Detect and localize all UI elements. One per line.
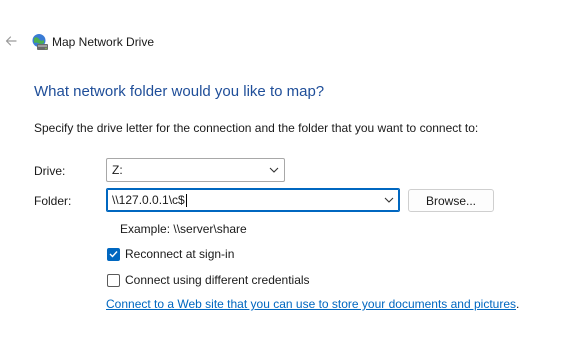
web-link-row: Connect to a Web site that you can use t… <box>106 297 519 311</box>
drive-value: Z: <box>112 163 123 177</box>
reconnect-checkbox[interactable] <box>107 247 120 261</box>
browse-button[interactable]: Browse... <box>408 189 494 212</box>
credentials-checkbox[interactable] <box>107 273 120 287</box>
credentials-label: Connect using different credentials <box>125 273 310 287</box>
reconnect-label: Reconnect at sign-in <box>125 247 235 261</box>
window-title: Map Network Drive <box>52 35 155 49</box>
folder-combobox[interactable]: \\127.0.0.1\c$ <box>106 188 400 212</box>
drive-label: Drive: <box>34 164 66 178</box>
web-storage-link[interactable]: Connect to a Web site that you can use t… <box>106 297 516 311</box>
page-heading: What network folder would you like to ma… <box>34 83 325 100</box>
folder-value: \\127.0.0.1\c$ <box>112 192 185 207</box>
web-link-suffix: . <box>516 297 520 311</box>
chevron-down-icon[interactable] <box>264 159 284 181</box>
network-drive-icon <box>31 33 49 51</box>
checkmark-icon <box>109 251 118 258</box>
back-arrow-icon <box>5 36 17 46</box>
folder-label: Folder: <box>34 194 72 208</box>
text-caret <box>185 194 187 208</box>
drive-select[interactable]: Z: <box>106 158 285 182</box>
instruction-text: Specify the drive letter for the connect… <box>34 121 479 135</box>
chevron-down-icon[interactable] <box>379 189 399 211</box>
reconnect-option[interactable]: Reconnect at sign-in <box>107 247 234 261</box>
back-button[interactable] <box>0 30 22 52</box>
credentials-option[interactable]: Connect using different credentials <box>107 273 310 287</box>
example-text: Example: \\server\share <box>120 222 247 236</box>
folder-input[interactable]: \\127.0.0.1\c$ <box>112 192 379 208</box>
